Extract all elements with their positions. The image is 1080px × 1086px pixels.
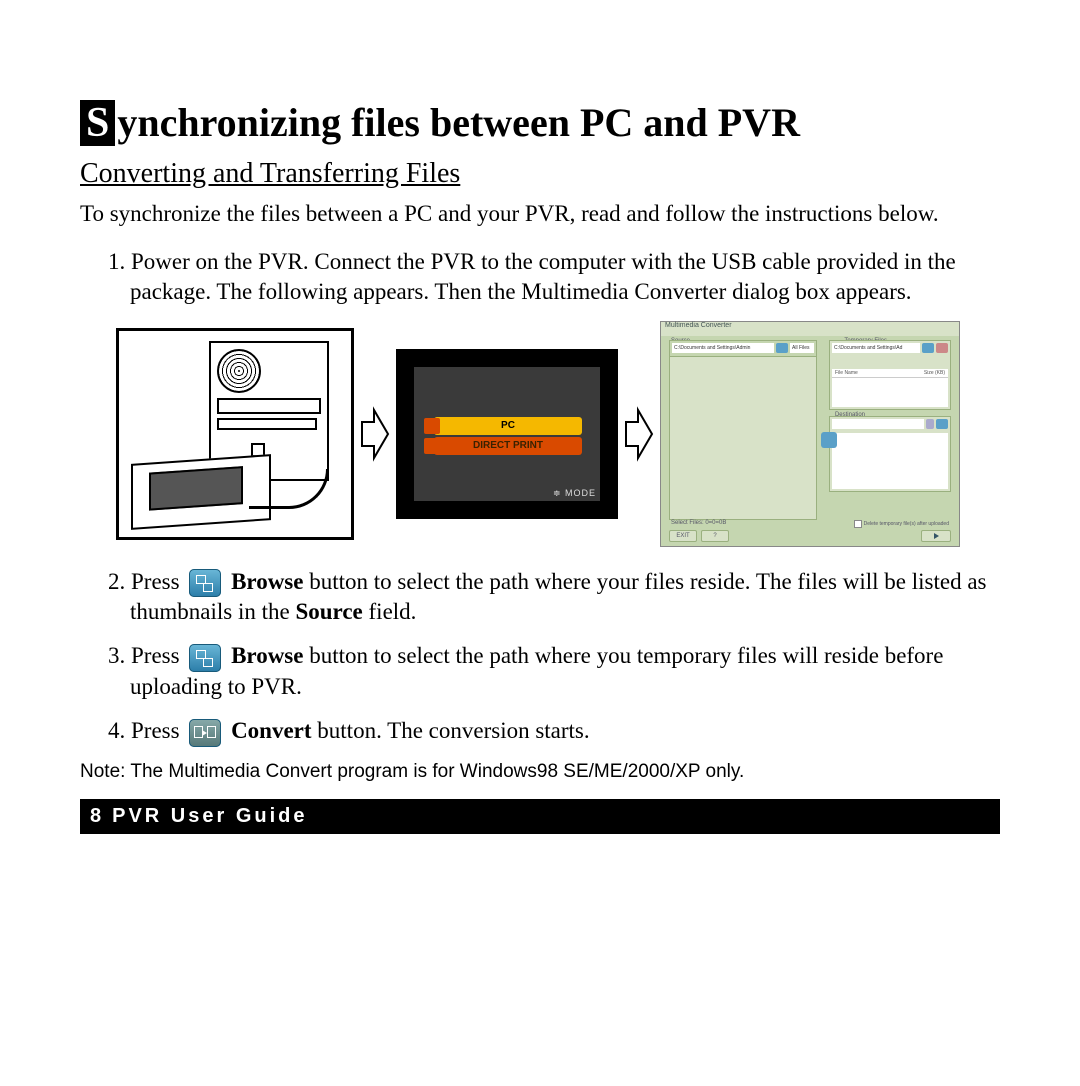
dest-file-list bbox=[832, 433, 948, 489]
arrow-icon bbox=[360, 406, 390, 462]
col-filename: File Name bbox=[832, 369, 861, 377]
dest-panel bbox=[829, 416, 951, 492]
diagram-row: PC DIRECT PRINT ≑ MODE Multimedia Conver… bbox=[116, 321, 1000, 547]
title-rest: ynchronizing files between PC and PVR bbox=[117, 100, 800, 145]
step-3: 3. Press Browse button to select the pat… bbox=[108, 641, 1000, 702]
source-path-input[interactable]: C:\Documents and Settings\Admin bbox=[672, 343, 774, 353]
step-1-text: Power on the PVR. Connect the PVR to the… bbox=[130, 249, 956, 304]
connection-diagram bbox=[116, 328, 354, 540]
delete-temp-checkbox[interactable]: Delete temporary file(s) after uploaded bbox=[854, 520, 949, 528]
step-2-num: 2. bbox=[108, 569, 125, 594]
browse-icon[interactable] bbox=[922, 343, 934, 353]
pvr-screen: PC DIRECT PRINT ≑ MODE bbox=[396, 349, 618, 519]
step-4: 4. Press Convert button. The conversion … bbox=[108, 716, 1000, 747]
converter-window: Multimedia Converter Source C:\Documents… bbox=[660, 321, 960, 547]
page-number: 8 bbox=[90, 805, 104, 827]
browse-icon[interactable] bbox=[776, 343, 788, 353]
footer-title: PVR User Guide bbox=[112, 805, 307, 827]
step-4-pre: Press bbox=[131, 718, 180, 743]
convert-button[interactable] bbox=[821, 432, 837, 448]
step-1-num: 1. bbox=[108, 249, 125, 274]
delete-icon[interactable] bbox=[936, 343, 948, 353]
intro-text: To synchronize the files between a PC an… bbox=[80, 200, 1000, 229]
convert-icon bbox=[189, 719, 221, 747]
page-title: Synchronizing files between PC and PVR bbox=[80, 100, 1000, 146]
step-4-post: button. The conversion starts. bbox=[312, 718, 590, 743]
step-2: 2. Press Browse button to select the pat… bbox=[108, 567, 1000, 628]
temp-file-list: File Name Size (KB) bbox=[832, 369, 948, 407]
play-button[interactable] bbox=[921, 530, 951, 542]
source-filter[interactable]: All Files bbox=[790, 343, 814, 353]
arrow-icon bbox=[624, 406, 654, 462]
step-3-bold: Browse bbox=[231, 643, 303, 668]
step-4-num: 4. bbox=[108, 718, 125, 743]
dropcap: S bbox=[80, 100, 115, 146]
step-2-pre: Press bbox=[131, 569, 180, 594]
col-size: Size (KB) bbox=[921, 369, 948, 377]
step-4-bold: Convert bbox=[231, 718, 311, 743]
section-subtitle: Converting and Transferring Files bbox=[80, 158, 1000, 190]
browse-icon bbox=[189, 644, 221, 672]
exit-button[interactable]: EXIT bbox=[669, 530, 697, 542]
select-files-label: Select Files: 0=0=0B bbox=[671, 520, 726, 526]
note-text: Note: The Multimedia Convert program is … bbox=[80, 761, 1000, 783]
pvr-menu-direct-print: DIRECT PRINT bbox=[434, 437, 582, 455]
usb-cable-icon bbox=[249, 469, 329, 509]
dest-path-input[interactable] bbox=[832, 419, 924, 429]
step-3-pre: Press bbox=[131, 643, 180, 668]
dropdown-icon[interactable] bbox=[926, 419, 934, 429]
help-button[interactable]: ? bbox=[701, 530, 729, 542]
browse-icon[interactable] bbox=[936, 419, 948, 429]
browse-icon bbox=[189, 569, 221, 597]
step-3-num: 3. bbox=[108, 643, 125, 668]
temp-panel: C:\Documents and Settings\Ad File Name Si… bbox=[829, 340, 951, 410]
step-2-post2: field. bbox=[363, 599, 417, 624]
step-2-bold: Browse bbox=[231, 569, 303, 594]
pvr-mode-label: ≑ MODE bbox=[553, 488, 596, 499]
step-1: 1. Power on the PVR. Connect the PVR to … bbox=[108, 247, 1000, 307]
pvr-menu-pc: PC bbox=[434, 417, 582, 435]
converter-titlebar: Multimedia Converter bbox=[661, 322, 959, 336]
source-panel: C:\Documents and Settings\Admin All File… bbox=[669, 340, 817, 520]
temp-path-input[interactable]: C:\Documents and Settings\Ad bbox=[832, 343, 920, 353]
step-2-bold2: Source bbox=[295, 599, 362, 624]
page-footer: 8 PVR User Guide bbox=[80, 799, 1000, 834]
